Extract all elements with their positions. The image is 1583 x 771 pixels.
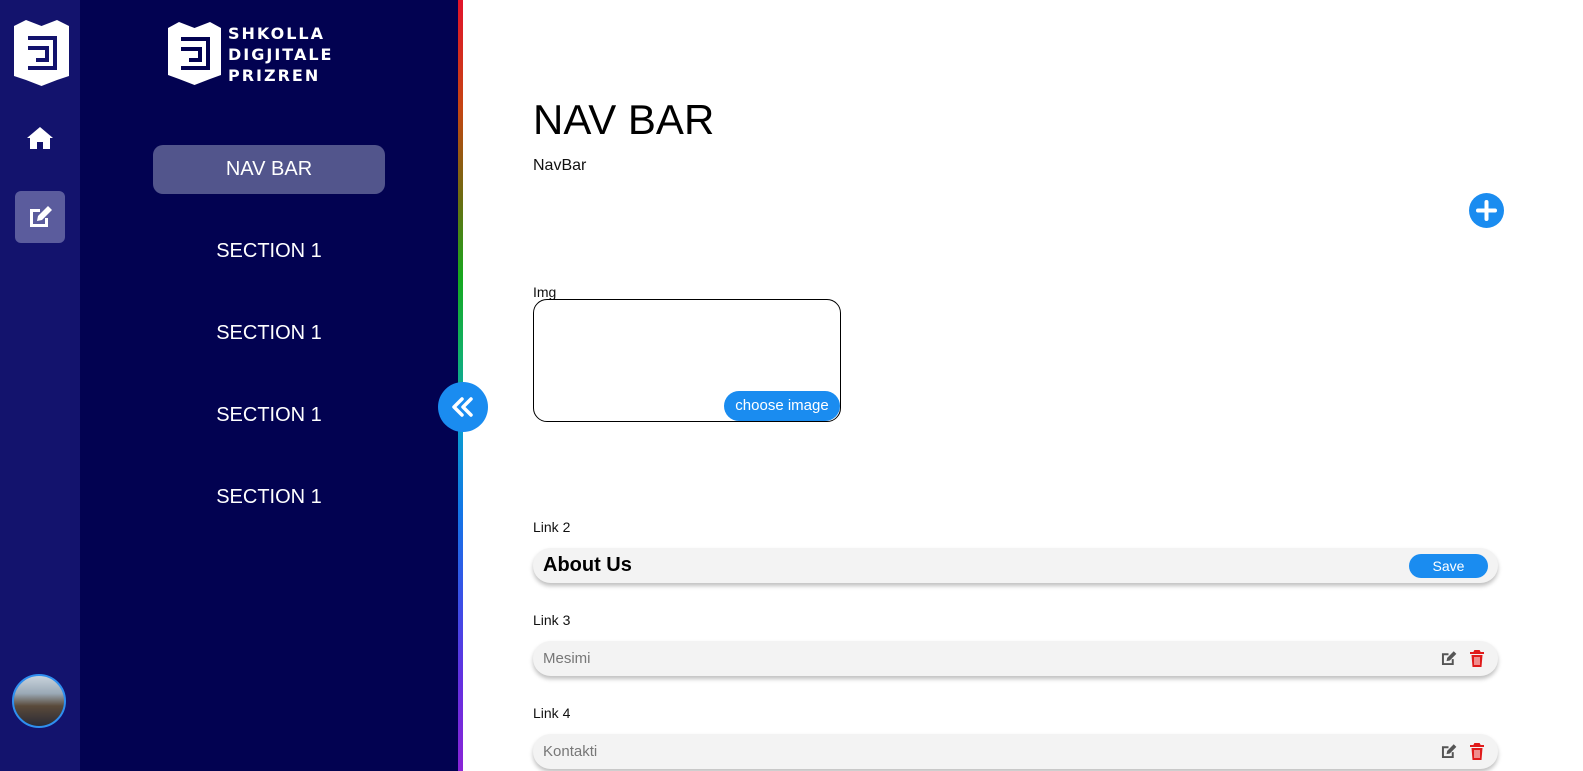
link-label: Link 4: [533, 705, 571, 721]
menu-item-section[interactable]: SECTION 1: [153, 391, 385, 440]
icon-rail: [0, 0, 80, 771]
brand-line-3: PRIZREN: [228, 66, 321, 85]
brand-name: SHKOLLA DIGJITALE PRIZREN: [228, 23, 333, 86]
edit-icon: [30, 206, 52, 227]
img-label: Img: [533, 284, 557, 300]
avatar[interactable]: [12, 674, 66, 728]
link-label: Link 3: [533, 612, 571, 628]
save-button[interactable]: Save: [1409, 554, 1488, 578]
menu-item-section[interactable]: SECTION 1: [153, 473, 385, 522]
page-title: NAV BAR: [533, 96, 715, 143]
link-row: [533, 734, 1498, 769]
double-chevron-left-icon: [452, 397, 473, 417]
link-text-field[interactable]: [543, 734, 1403, 769]
choose-image-button[interactable]: choose image: [724, 391, 840, 421]
edit-icon[interactable]: [1440, 743, 1457, 760]
menu-item-nav-bar[interactable]: NAV BAR: [153, 145, 385, 194]
brand-line-1: SHKOLLA: [228, 24, 325, 43]
edit-icon[interactable]: [1440, 650, 1457, 667]
collapse-sidebar-button[interactable]: [438, 382, 488, 432]
section-panel: [80, 0, 458, 771]
trash-icon[interactable]: [1469, 650, 1485, 668]
menu-item-section[interactable]: SECTION 1: [153, 309, 385, 358]
home-icon[interactable]: [26, 125, 54, 151]
page-subtitle: NavBar: [533, 157, 587, 174]
brand-line-2: DIGJITALE: [228, 45, 334, 64]
link-label: Link 2: [533, 519, 571, 535]
add-button[interactable]: [1469, 193, 1504, 228]
trash-icon[interactable]: [1469, 743, 1485, 761]
brand-logo: SHKOLLA DIGJITALE PRIZREN: [168, 22, 378, 86]
menu-item-section[interactable]: SECTION 1: [153, 227, 385, 276]
link-text-field[interactable]: [543, 641, 1403, 676]
plus-icon: [1476, 200, 1497, 221]
logo-icon[interactable]: [14, 20, 69, 86]
shield-logo-icon: [168, 22, 221, 85]
edit-nav-button[interactable]: [15, 191, 65, 243]
link-row: [533, 641, 1498, 676]
link-text-input[interactable]: [543, 548, 1403, 583]
link-row-editing: Save: [533, 548, 1498, 583]
